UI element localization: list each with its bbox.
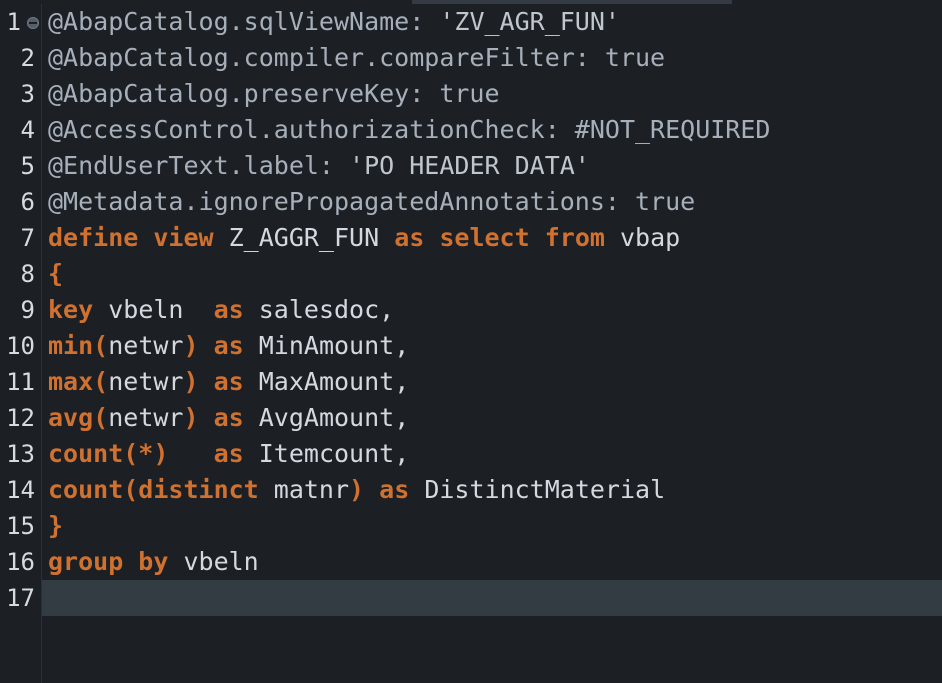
code-line[interactable]: min(netwr) as MinAmount, <box>42 328 942 364</box>
line-number[interactable]: 2 <box>0 40 41 76</box>
code-line[interactable]: @EndUserText.label: 'PO HEADER DATA' <box>42 148 942 184</box>
code-token-kw: ) <box>183 367 214 396</box>
fold-collapse-icon[interactable] <box>27 17 39 29</box>
code-token-kw: as <box>213 403 259 432</box>
line-number[interactable]: 7 <box>0 220 41 256</box>
code-line[interactable]: define view Z_AGGR_FUN as select from vb… <box>42 220 942 256</box>
code-token-id: Z_AGGR_FUN <box>228 223 395 252</box>
line-number[interactable]: 1 <box>0 4 41 40</box>
code-token-str: 'ZV_AGR_FUN' <box>439 7 620 36</box>
code-token-kw: group by <box>48 547 184 576</box>
code-token-kw: count(distinct <box>48 475 274 504</box>
editor-body[interactable]: 1 2 3 4 5 6 7 8 9 10 11 12 13 14 15 16 17 @AbapCatalog.s… <box>0 4 942 683</box>
code-line[interactable]: @Metadata.ignorePropagatedAnnotations: t… <box>42 184 942 220</box>
line-number[interactable]: 6 <box>0 184 41 220</box>
line-number[interactable]: 9 <box>0 292 41 328</box>
code-token-ann: @AbapCatalog.sqlViewName: <box>48 7 440 36</box>
code-line[interactable]: avg(netwr) as AvgAmount, <box>42 400 942 436</box>
line-number[interactable]: 5 <box>0 148 41 184</box>
code-token-kw: as <box>213 439 259 468</box>
code-token-kw: as select from <box>394 223 620 252</box>
code-token-id: netwr <box>108 403 184 432</box>
line-number[interactable]: 10 <box>0 328 41 364</box>
code-token-kw: ) <box>349 475 380 504</box>
code-token-id: DistinctMaterial <box>424 475 666 504</box>
code-token-id: netwr <box>108 331 184 360</box>
code-token-str: 'PO HEADER DATA' <box>349 151 590 180</box>
line-number[interactable]: 8 <box>0 256 41 292</box>
line-number[interactable]: 11 <box>0 364 41 400</box>
code-token-id: salesdoc, <box>258 295 395 324</box>
code-token-id: vbap <box>619 223 681 252</box>
code-editor[interactable]: 1 2 3 4 5 6 7 8 9 10 11 12 13 14 15 16 17 @AbapCatalog.s… <box>0 0 942 683</box>
code-token-id: matnr <box>273 475 350 504</box>
code-token-ann: @AbapCatalog.preserveKey: true <box>48 79 500 108</box>
code-line[interactable]: max(netwr) as MaxAmount, <box>42 364 942 400</box>
code-text-area[interactable]: @AbapCatalog.sqlViewName: 'ZV_AGR_FUN' @A… <box>42 4 942 683</box>
code-token-ann: @AccessControl.authorizationCheck: #NOT_… <box>48 115 771 144</box>
code-token-kw: as <box>379 475 425 504</box>
line-number[interactable]: 3 <box>0 76 41 112</box>
code-line[interactable]: @AbapCatalog.preserveKey: true <box>42 76 942 112</box>
code-token-punct: { <box>48 259 64 288</box>
code-line[interactable]: group by vbeln <box>42 544 942 580</box>
code-token-kw: count(*) <box>48 439 214 468</box>
code-token-id: vbeln <box>108 295 214 324</box>
code-token-id: Itemcount, <box>258 439 410 468</box>
code-token-kw: define view <box>48 223 229 252</box>
code-line-active[interactable] <box>42 580 942 616</box>
code-token-kw: min( <box>48 331 109 360</box>
code-token-ann: @AbapCatalog.compiler.compareFilter: tru… <box>48 43 666 72</box>
line-number[interactable]: 13 <box>0 436 41 472</box>
code-token-ann: @EndUserText.label: <box>48 151 350 180</box>
code-token-kw: as <box>213 367 259 396</box>
code-line[interactable]: @AbapCatalog.sqlViewName: 'ZV_AGR_FUN' <box>42 4 942 40</box>
code-token-kw: ) <box>183 331 214 360</box>
code-token-kw: max( <box>48 367 109 396</box>
code-token-kw: key <box>48 295 109 324</box>
line-number[interactable]: 14 <box>0 472 41 508</box>
code-token-id: netwr <box>108 367 184 396</box>
code-token-id: AvgAmount, <box>258 403 410 432</box>
code-token-kw: ) <box>183 403 214 432</box>
code-line[interactable]: @AbapCatalog.compiler.compareFilter: tru… <box>42 40 942 76</box>
line-number[interactable]: 17 <box>0 580 41 616</box>
code-line[interactable]: key vbeln as salesdoc, <box>42 292 942 328</box>
line-number[interactable]: 12 <box>0 400 41 436</box>
code-token-kw: avg( <box>48 403 109 432</box>
line-number[interactable]: 4 <box>0 112 41 148</box>
line-number-gutter[interactable]: 1 2 3 4 5 6 7 8 9 10 11 12 13 14 15 16 17 <box>0 4 42 683</box>
code-token-kw: as <box>213 295 259 324</box>
code-line[interactable]: @AccessControl.authorizationCheck: #NOT_… <box>42 112 942 148</box>
code-line[interactable]: { <box>42 256 942 292</box>
code-line[interactable]: count(distinct matnr) as DistinctMateria… <box>42 472 942 508</box>
line-number[interactable]: 15 <box>0 508 41 544</box>
code-token-id: MaxAmount, <box>258 367 410 396</box>
code-token-kw: as <box>213 331 259 360</box>
code-line[interactable]: count(*) as Itemcount, <box>42 436 942 472</box>
code-line[interactable]: } <box>42 508 942 544</box>
code-token-ann: @Metadata.ignorePropagatedAnnotations: t… <box>48 187 696 216</box>
code-token-id: MinAmount, <box>258 331 410 360</box>
code-token-punct: } <box>48 511 64 540</box>
code-token-id: vbeln <box>183 547 259 576</box>
line-number[interactable]: 16 <box>0 544 41 580</box>
